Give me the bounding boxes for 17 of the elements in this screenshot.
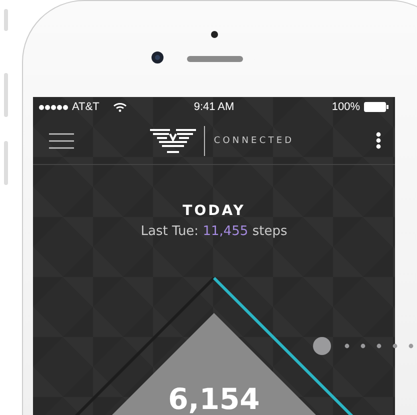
battery-percentage: 100% xyxy=(332,101,360,113)
clock-time: 9:41 AM xyxy=(194,101,234,113)
menu-icon xyxy=(49,132,74,148)
carrier-name: AT&T xyxy=(72,101,100,113)
wifi-icon xyxy=(113,102,128,112)
step-count: 6,154 xyxy=(168,382,260,415)
divider-line-icon xyxy=(204,126,206,156)
today-title: TODAY xyxy=(182,203,246,219)
sensor-icon xyxy=(211,31,218,38)
brand-name: CONNECTED xyxy=(214,136,294,146)
more-options-icon xyxy=(376,132,381,149)
battery-icon xyxy=(364,102,390,112)
last-week-comparison: Last Tue: 11,455 steps xyxy=(140,224,288,239)
speaker-grille-icon xyxy=(187,56,243,62)
wings-logo-icon xyxy=(150,128,196,154)
camera-lens-icon xyxy=(151,51,164,64)
signal-icon xyxy=(39,104,68,110)
